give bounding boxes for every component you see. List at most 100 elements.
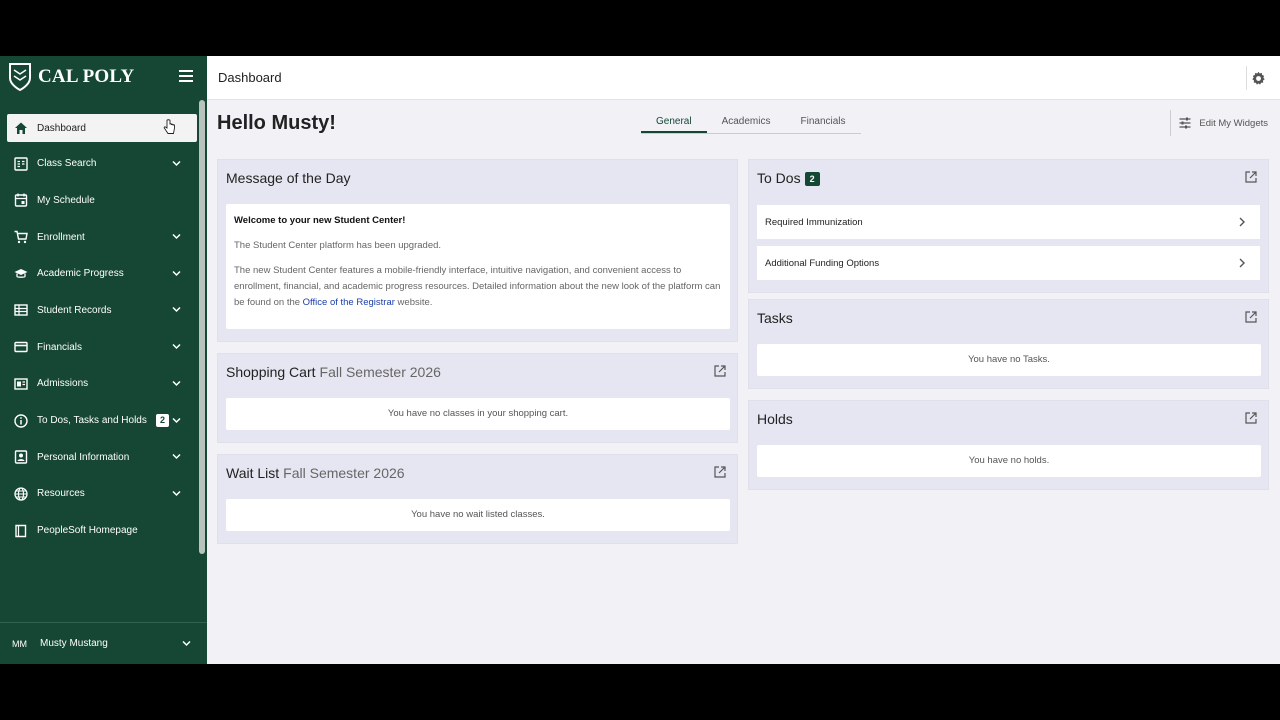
user-name: Musty Mustang (40, 638, 108, 649)
external-link-icon[interactable] (1245, 171, 1257, 183)
sidebar-scrollbar[interactable] (199, 100, 205, 554)
cart-icon (14, 230, 28, 244)
book-icon (14, 524, 28, 538)
chevron-right-icon (1239, 258, 1245, 268)
hand-cursor-icon (163, 119, 175, 134)
sliders-icon (1179, 117, 1191, 129)
sidebar-item-resources[interactable]: Resources (0, 479, 197, 509)
empty-message: You have no wait listed classes. (411, 509, 545, 520)
chevron-down-icon (182, 640, 191, 647)
chevron-down-icon (172, 454, 181, 460)
user-initials: MM (12, 638, 27, 649)
external-link-icon[interactable] (714, 466, 726, 478)
empty-state-panel: You have no classes in your shopping car… (226, 398, 730, 430)
todo-label: Required Immunization (765, 216, 863, 228)
card-title: Message of the Day (226, 170, 351, 186)
sidebar-item-my-schedule[interactable]: My Schedule (0, 185, 197, 215)
count-badge: 2 (804, 172, 820, 186)
todo-item[interactable]: Additional Funding Options (757, 246, 1260, 280)
external-link-icon[interactable] (1245, 311, 1257, 323)
main-content: Dashboard Hello Musty! General Academics… (207, 56, 1280, 664)
settings-button[interactable] (1246, 66, 1270, 90)
chevron-down-icon (172, 490, 181, 496)
graduation-cap-icon (14, 267, 28, 281)
chevron-down-icon (172, 234, 181, 240)
chevron-down-icon (172, 417, 181, 423)
sidebar-item-label: My Schedule (37, 194, 95, 206)
chevron-down-icon (172, 270, 181, 276)
edit-widgets-label: Edit My Widgets (1199, 117, 1268, 129)
credit-card-icon (14, 340, 28, 354)
empty-message: You have no holds. (968, 455, 1050, 466)
home-icon (14, 121, 28, 135)
tab-financials[interactable]: Financials (785, 112, 860, 133)
external-link-icon[interactable] (714, 365, 726, 377)
card-title: Shopping Cart Fall Semester 2026 (226, 364, 441, 380)
registrar-link[interactable]: Office of the Registrar (303, 297, 395, 308)
message-text: The Student Center platform has been upg… (234, 240, 442, 251)
wait-list-card: Wait List Fall Semester 2026 You have no … (217, 454, 738, 544)
greeting-heading: Hello Musty! (217, 112, 336, 134)
sidebar-item-financials[interactable]: Financials (0, 332, 197, 362)
chevron-down-icon (172, 344, 181, 350)
admissions-icon (14, 377, 28, 391)
sidebar-item-admissions[interactable]: Admissions (0, 369, 197, 399)
sidebar-item-todos-tasks-holds[interactable]: To Dos, Tasks and Holds 2 (0, 406, 197, 436)
empty-message: You have no Tasks. (968, 354, 1050, 365)
card-title: To Dos 2 (757, 170, 820, 186)
sidebar-item-personal-information[interactable]: Personal Information (0, 442, 197, 472)
sidebar-item-academic-progress[interactable]: Academic Progress (0, 259, 197, 289)
sidebar-header: CAL POLY (0, 56, 207, 98)
todo-label: Additional Funding Options (765, 257, 880, 269)
todo-item[interactable]: Required Immunization (757, 205, 1260, 239)
empty-message: You have no classes in your shopping car… (387, 408, 569, 419)
globe-icon (14, 487, 28, 501)
tasks-card: Tasks You have no Tasks. (748, 299, 1269, 389)
contact-icon (14, 450, 28, 464)
count-badge: 2 (156, 413, 169, 427)
external-link-icon[interactable] (1245, 412, 1257, 424)
sidebar-item-class-search[interactable]: Class Search (0, 149, 197, 179)
info-icon (14, 413, 28, 428)
sidebar-item-student-records[interactable]: Student Records (0, 295, 197, 325)
empty-state-panel: You have no wait listed classes. (226, 499, 730, 531)
brand-name: CAL POLY (38, 66, 135, 87)
empty-state-panel: You have no Tasks. (757, 344, 1261, 376)
sidebar-nav: Dashboard Class Search My Schedule Enrol… (0, 114, 207, 546)
page-title: Dashboard (218, 70, 282, 85)
menu-toggle-icon[interactable] (179, 70, 193, 82)
message-panel: Welcome to your new Student Center! The … (226, 204, 730, 329)
app: CAL POLY Dashboard Class Search My Sched… (0, 56, 1280, 664)
card-title: Wait List Fall Semester 2026 (226, 465, 405, 481)
shopping-cart-card: Shopping Cart Fall Semester 2026 You have… (217, 353, 738, 443)
card-title: Holds (757, 411, 793, 427)
message-of-the-day-card: Message of the Day Welcome to your new S… (217, 159, 738, 342)
card-title: Tasks (757, 310, 793, 326)
sidebar-item-label: PeopleSoft Homepage (37, 525, 138, 537)
chevron-down-icon (172, 380, 181, 386)
term-label: Fall Semester 2026 (283, 465, 405, 481)
todos-card: To Dos 2 Required Immunization Additional… (748, 159, 1269, 293)
sidebar-item-peoplesoft-homepage[interactable]: PeopleSoft Homepage (0, 516, 197, 546)
records-icon (14, 303, 28, 317)
tab-general[interactable]: General (641, 112, 707, 133)
holds-card: Holds You have no holds. (748, 400, 1269, 490)
shield-logo-icon (9, 63, 31, 92)
sidebar: CAL POLY Dashboard Class Search My Sched… (0, 56, 207, 664)
calendar-icon (14, 193, 28, 208)
user-menu[interactable]: MM Musty Mustang (0, 622, 207, 664)
chevron-down-icon (172, 307, 181, 313)
welcome-heading: Welcome to your new Student Center! (234, 215, 406, 226)
edit-widgets-button[interactable]: Edit My Widgets (1170, 110, 1268, 136)
term-label: Fall Semester 2026 (319, 364, 441, 380)
gear-icon (1252, 71, 1265, 85)
sidebar-item-dashboard[interactable]: Dashboard (7, 114, 197, 142)
chevron-right-icon (1239, 217, 1245, 227)
message-text: The new Student Center features a mobile… (234, 265, 721, 308)
sidebar-item-enrollment[interactable]: Enrollment (0, 222, 197, 252)
brand-logo[interactable]: CAL POLY (8, 62, 134, 92)
dashboard-tabs: General Academics Financials (641, 112, 861, 134)
top-bar: Dashboard (207, 56, 1280, 100)
tab-academics[interactable]: Academics (707, 112, 786, 133)
chevron-down-icon (172, 160, 181, 166)
